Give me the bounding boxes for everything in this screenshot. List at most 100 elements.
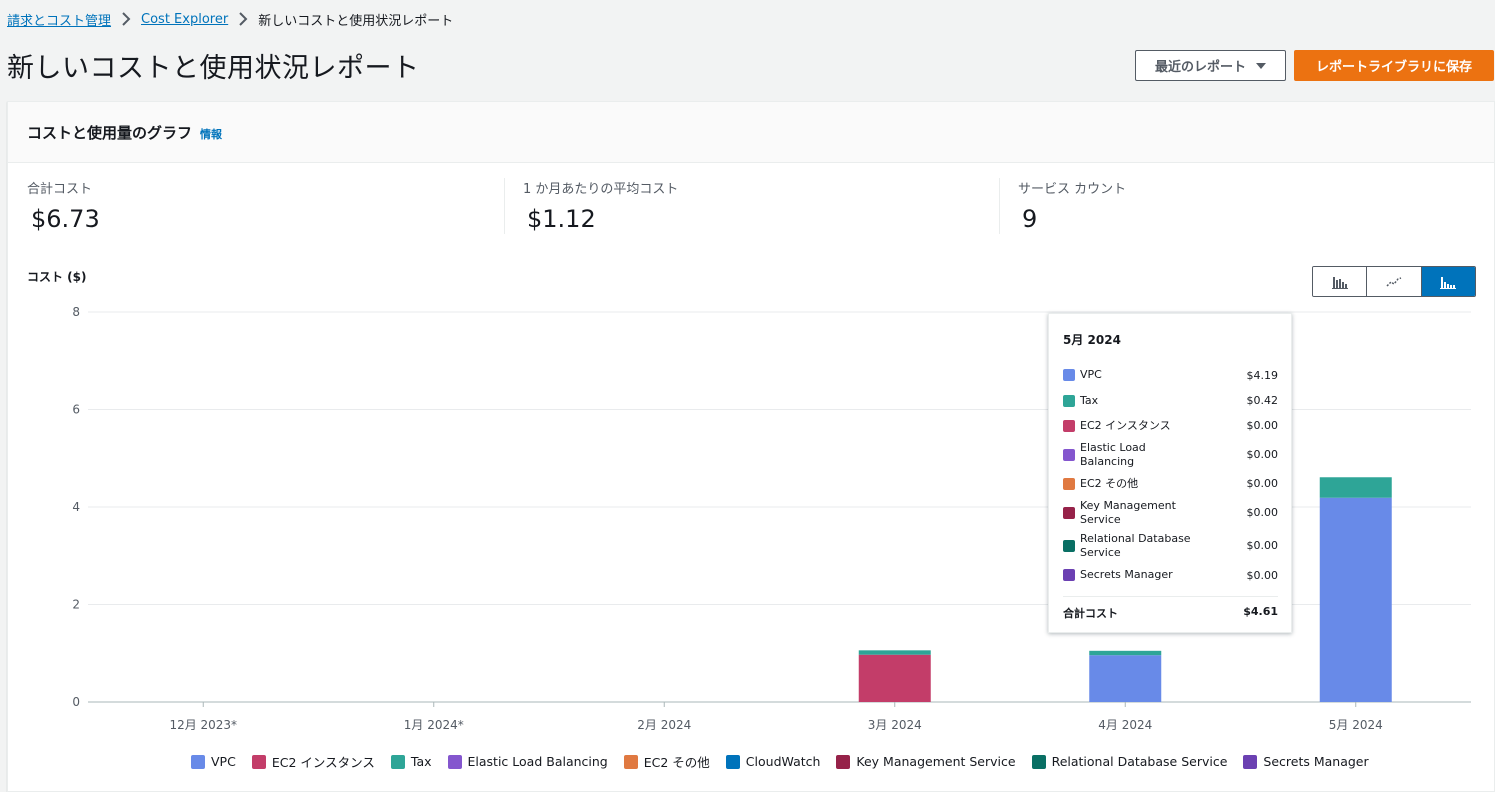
- breadcrumb-cost-explorer-link[interactable]: Cost Explorer: [141, 12, 228, 27]
- legend-swatch: [1063, 419, 1075, 432]
- legend-item[interactable]: Tax: [390, 754, 432, 769]
- tooltip-row-name: VPC: [1080, 368, 1102, 381]
- tooltip-row-label: EC2 その他: [1063, 477, 1193, 491]
- legend-label: VPC: [211, 754, 236, 769]
- legend-swatch: [1063, 506, 1075, 519]
- recent-reports-button[interactable]: 最近のレポート: [1135, 50, 1286, 81]
- tooltip-row: Tax $0.42: [1063, 388, 1278, 413]
- tooltip-title: 5月 2024: [1063, 333, 1121, 347]
- tooltip-row-name: Tax: [1080, 393, 1099, 407]
- tooltip-row: Secrets Manager $0.00: [1063, 562, 1278, 588]
- tooltip-row-value: $0.00: [1246, 448, 1279, 461]
- x-tick-label: 12月 2023*: [169, 718, 237, 732]
- legend-item[interactable]: EC2 インスタンス: [251, 752, 375, 771]
- breadcrumb-current: 新しいコストと使用状況レポート: [258, 13, 454, 29]
- legend-item[interactable]: VPC: [191, 754, 236, 769]
- legend-swatch: [1063, 477, 1075, 490]
- tooltip-row-value: $0.00: [1246, 419, 1279, 432]
- legend-swatch: [191, 754, 205, 769]
- tooltip-row-label: VPC: [1063, 368, 1193, 382]
- tooltip-rows: VPC $4.19 Tax $0.42 EC2 インスタンス $0.00 Elastic L…: [1063, 362, 1278, 588]
- x-tick-label: 1月 2024*: [404, 718, 464, 732]
- x-tick-label: 3月 2024: [868, 718, 922, 732]
- tooltip-row-value: $0.00: [1246, 539, 1279, 552]
- legend-swatch: [251, 754, 266, 769]
- tooltip-row: EC2 その他 $0.00: [1063, 471, 1278, 496]
- chevron-right-icon: [238, 12, 248, 26]
- bar-segment: [1089, 650, 1162, 656]
- tooltip-row-value: $4.19: [1246, 368, 1279, 382]
- tooltip-row-label: Elastic Load Balancing: [1063, 441, 1193, 469]
- y-tick-label: 2: [72, 598, 80, 612]
- legend-item[interactable]: Secrets Manager: [1243, 754, 1369, 769]
- chart-tooltip: 5月 2024 VPC $4.19 Tax $0.42 EC2 インスタンス $0.00 E…: [1048, 313, 1292, 633]
- y-tick-label: 0: [72, 695, 80, 709]
- legend-swatch: [836, 754, 851, 769]
- tooltip-row-value: $0.00: [1246, 506, 1279, 519]
- legend-label: EC2 インスタンス: [271, 755, 375, 770]
- x-tick-label: 4月 2024: [1098, 718, 1152, 732]
- chart-legend: VPC EC2 インスタンス Tax Elastic Load Balancing EC…: [191, 752, 1369, 771]
- recent-reports-label: 最近のレポート: [1154, 60, 1246, 75]
- bar-segment: [858, 650, 931, 655]
- legend-label: Tax: [410, 754, 432, 769]
- tooltip-row-value: $0.42: [1246, 394, 1279, 407]
- legend-swatch: [1063, 394, 1075, 407]
- tooltip-total-value: $4.61: [1243, 605, 1278, 618]
- legend-label: Relational Database Service: [1051, 754, 1228, 769]
- y-tick-label: 6: [72, 403, 80, 417]
- legend-swatch: [623, 754, 638, 769]
- y-tick-label: 4: [72, 500, 80, 514]
- cost-usage-panel: コストと使用量のグラフ 情報 合計コスト $6.73 1 か月あたりの平均コスト…: [7, 101, 1495, 792]
- legend-label: Elastic Load Balancing: [467, 754, 608, 769]
- legend-swatch: [1243, 754, 1258, 769]
- legend-item[interactable]: Relational Database Service: [1031, 754, 1228, 769]
- tooltip-row: Relational Database Service $0.00: [1063, 529, 1278, 562]
- tooltip-row-name: Relational Database Service: [1080, 531, 1191, 559]
- tooltip-row: VPC $4.19: [1063, 362, 1278, 388]
- breadcrumb-billing-link[interactable]: 請求とコスト管理: [7, 10, 111, 29]
- legend-swatch: [1063, 369, 1075, 381]
- tooltip-total: 合計コスト $4.61: [1063, 596, 1278, 621]
- legend-item[interactable]: Elastic Load Balancing: [447, 754, 608, 769]
- page-title: 新しいコストと使用状況レポート: [7, 53, 420, 84]
- tooltip-row-label: EC2 インスタンス: [1063, 419, 1193, 433]
- x-tick-label: 2月 2024: [637, 718, 691, 732]
- x-tick-label: 5月 2024: [1329, 718, 1383, 732]
- tooltip-row: Key Management Service $0.00: [1063, 496, 1278, 529]
- legend-label: EC2 その他: [643, 755, 710, 770]
- bar-segment: [1319, 497, 1392, 702]
- bar-segment: [1319, 477, 1392, 498]
- legend-item[interactable]: CloudWatch: [725, 754, 821, 769]
- legend-item[interactable]: Key Management Service: [836, 754, 1016, 769]
- legend-label: CloudWatch: [745, 754, 821, 769]
- tooltip-row: EC2 インスタンス $0.00: [1063, 413, 1278, 438]
- breadcrumb: 請求とコスト管理 Cost Explorer 新しいコストと使用状況レポート: [7, 10, 454, 29]
- legend-swatch: [447, 754, 462, 769]
- legend-swatch: [1063, 448, 1075, 461]
- tooltip-row-label: Secrets Manager: [1063, 568, 1193, 582]
- tooltip-row-name: Elastic Load Balancing: [1080, 440, 1146, 468]
- tooltip-row-name: Key Management Service: [1080, 498, 1176, 526]
- tooltip-row-value: $0.00: [1246, 477, 1279, 490]
- tooltip-row-name: Secrets Manager: [1080, 568, 1173, 581]
- legend-swatch: [1031, 754, 1046, 769]
- bar-segment: [1089, 655, 1162, 702]
- legend-label: Key Management Service: [856, 754, 1016, 769]
- chevron-right-icon: [121, 12, 131, 26]
- legend-swatch: [390, 754, 405, 769]
- legend-swatch: [1063, 569, 1075, 581]
- caret-down-icon: [1256, 62, 1266, 69]
- tooltip-row-name: EC2 インスタンス: [1080, 418, 1171, 432]
- tooltip-row-name: EC2 その他: [1080, 476, 1139, 490]
- tooltip-row-label: Key Management Service: [1063, 499, 1193, 527]
- save-to-library-button[interactable]: レポートライブラリに保存: [1294, 50, 1494, 81]
- tooltip-row: Elastic Load Balancing $0.00: [1063, 438, 1278, 471]
- legend-item[interactable]: EC2 その他: [623, 752, 710, 771]
- legend-label: Secrets Manager: [1263, 754, 1369, 769]
- tooltip-row-value: $0.00: [1246, 568, 1279, 582]
- legend-swatch: [1063, 539, 1075, 552]
- bar-segment: [858, 654, 931, 702]
- tooltip-row-label: Relational Database Service: [1063, 532, 1193, 560]
- tooltip-total-label: 合計コスト: [1063, 607, 1118, 620]
